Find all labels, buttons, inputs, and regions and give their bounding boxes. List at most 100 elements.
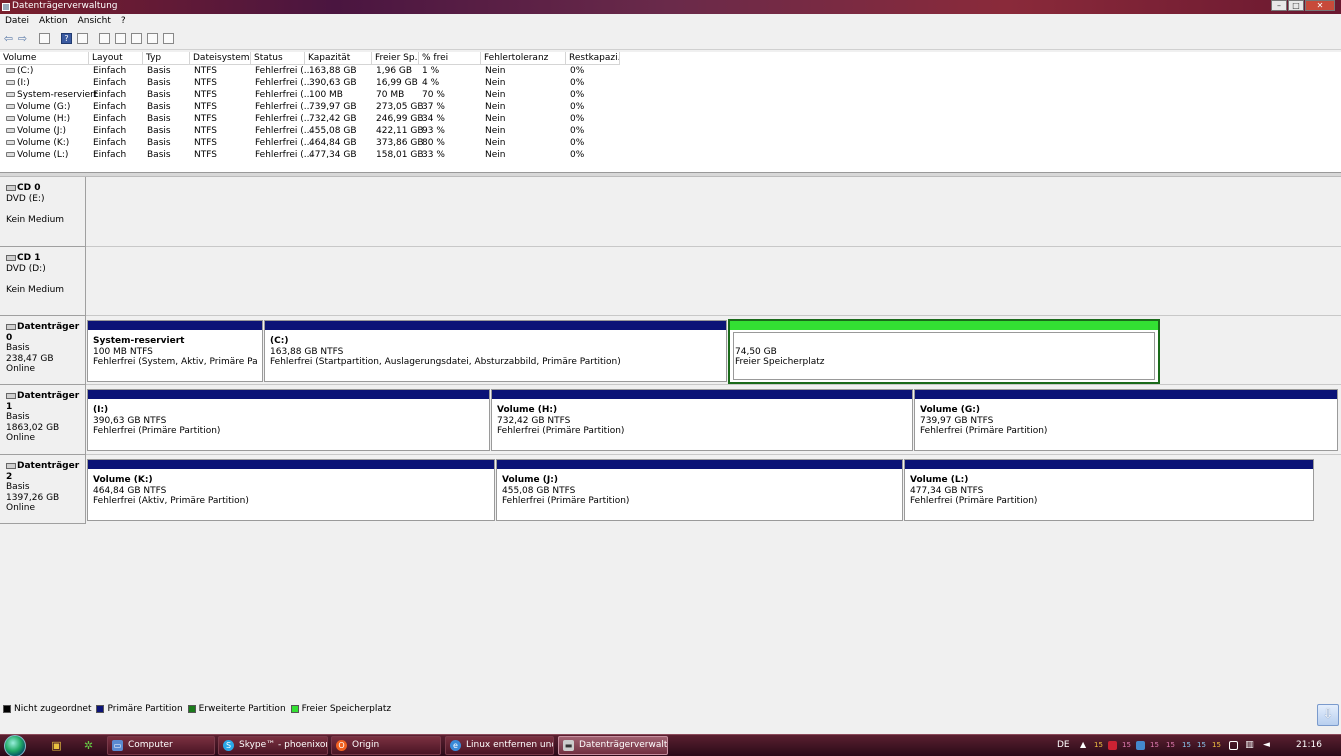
menu-aktion[interactable]: Aktion — [39, 14, 68, 28]
col-restkapazitaet[interactable]: Restkapazi... — [566, 52, 620, 65]
partition-h[interactable]: Volume (H:) 732,42 GB NTFS Fehlerfrei (P… — [491, 389, 913, 451]
col-kapazitaet[interactable]: Kapazität — [305, 52, 372, 65]
partition-g[interactable]: Volume (G:) 739,97 GB NTFS Fehlerfrei (P… — [914, 389, 1338, 451]
volume-cell: Basis — [147, 77, 171, 89]
tray-app-icon[interactable] — [1108, 741, 1117, 750]
taskbar-button-origin[interactable]: O Origin — [331, 736, 441, 755]
title-bar[interactable]: Datenträgerverwaltung – □ ✕ — [0, 0, 1341, 14]
volume-list[interactable]: Volume Layout Typ Dateisystem Status Kap… — [0, 52, 1341, 172]
maximize-button[interactable]: □ — [1288, 0, 1304, 11]
volume-cell: 477,34 GB — [309, 149, 357, 161]
partition-l[interactable]: Volume (L:) 477,34 GB NTFS Fehlerfrei (P… — [904, 459, 1314, 521]
refresh-icon[interactable] — [99, 33, 110, 44]
volume-icon[interactable]: ◄ — [1262, 741, 1271, 750]
scroll-down-button[interactable]: ⇩ — [1317, 704, 1339, 726]
cell-text: Volume (G:) — [17, 102, 71, 112]
col-layout[interactable]: Layout — [89, 52, 143, 65]
volume-cell: Nein — [485, 89, 505, 101]
close-button[interactable]: ✕ — [1305, 0, 1335, 11]
partition-k[interactable]: Volume (K:) 464,84 GB NTFS Fehlerfrei (A… — [87, 459, 495, 521]
tray-app-icon[interactable] — [1136, 741, 1145, 750]
cell-text: 1,96 GB — [376, 66, 413, 76]
language-indicator[interactable]: DE — [1057, 735, 1070, 756]
col-dateisystem[interactable]: Dateisystem — [190, 52, 251, 65]
app-quicklaunch-icon[interactable]: ✲ — [82, 739, 95, 752]
menu-help[interactable]: ? — [121, 14, 126, 28]
partition-size: 163,88 GB NTFS — [270, 346, 344, 357]
start-button[interactable] — [4, 735, 26, 756]
volume-row[interactable]: (C:) Einfach Basis NTFS Fehlerfrei (... 163,8… — [0, 65, 1341, 77]
legend-label: Primäre Partition — [107, 704, 183, 714]
drive-icon — [6, 115, 15, 121]
cell-text: 477,34 GB — [309, 150, 357, 160]
menu-ansicht[interactable]: Ansicht — [78, 14, 111, 28]
tray-count[interactable]: 15 — [1212, 735, 1221, 756]
show-hide-tree-icon[interactable] — [39, 33, 50, 44]
volume-row[interactable]: Volume (H:) Einfach Basis NTFS Fehlerfrei (.… — [0, 113, 1341, 125]
action-center-icon[interactable] — [1229, 741, 1238, 750]
menu-datei[interactable]: Datei — [5, 14, 29, 28]
properties-icon[interactable] — [77, 33, 88, 44]
volume-cell: NTFS — [194, 77, 217, 89]
col-status[interactable]: Status — [251, 52, 305, 65]
explore-icon[interactable] — [147, 33, 158, 44]
volume-row[interactable]: Volume (G:) Einfach Basis NTFS Fehlerfrei (.… — [0, 101, 1341, 113]
help-icon[interactable]: ? — [61, 33, 72, 44]
volume-cell: Fehlerfrei (... — [255, 125, 312, 137]
volume-row[interactable]: Volume (J:) Einfach Basis NTFS Fehlerfrei (.… — [0, 125, 1341, 137]
volume-row[interactable]: (I:) Einfach Basis NTFS Fehlerfrei (... 390,6… — [0, 77, 1341, 89]
tray-count[interactable]: 15 — [1122, 735, 1131, 756]
clock[interactable]: 21:16 — [1296, 735, 1322, 756]
show-hidden-icons[interactable]: ▲ — [1080, 735, 1086, 756]
minimize-button[interactable]: – — [1271, 0, 1287, 11]
col-typ[interactable]: Typ — [143, 52, 190, 65]
taskbar-button-browser[interactable]: e Linux entfernen und ... — [445, 736, 554, 755]
taskbar-button-skype[interactable]: S Skype™ - phoenixont... — [218, 736, 328, 755]
cell-text: Basis — [147, 138, 171, 148]
volume-cell: Basis — [147, 125, 171, 137]
partition-free-space[interactable]: 74,50 GB Freier Speicherplatz — [728, 319, 1160, 384]
open-icon[interactable] — [131, 33, 142, 44]
legend-swatch-unallocated — [3, 705, 11, 713]
partition-system-reserviert[interactable]: System-reserviert 100 MB NTFS Fehlerfrei… — [87, 320, 263, 382]
disk-label-cd1[interactable]: CD 1 DVD (D:) Kein Medium — [0, 247, 86, 316]
partition-size: 390,63 GB NTFS — [93, 415, 167, 426]
network-icon[interactable]: ▥ — [1245, 741, 1254, 750]
browser-icon: e — [450, 740, 461, 751]
partition-status: Fehlerfrei (System, Aktiv, Primäre Parti… — [93, 357, 258, 367]
volume-cell: 390,63 GB — [309, 77, 357, 89]
disk-label-0[interactable]: Datenträger 0 Basis 238,47 GB Online — [0, 316, 86, 385]
volume-row[interactable]: Volume (L:) Einfach Basis NTFS Fehlerfrei (.… — [0, 149, 1341, 161]
forward-icon[interactable]: ⇨ — [17, 33, 28, 44]
disk-label-2[interactable]: Datenträger 2 Basis 1397,26 GB Online — [0, 455, 86, 524]
tray-count[interactable]: 15 — [1094, 735, 1103, 756]
taskbar-button-computer[interactable]: ▭ Computer — [107, 736, 215, 755]
col-prozent-frei[interactable]: % frei — [419, 52, 481, 65]
volume-row[interactable]: Volume (K:) Einfach Basis NTFS Fehlerfrei (.… — [0, 137, 1341, 149]
partition-c[interactable]: (C:) 163,88 GB NTFS Fehlerfrei (Startpar… — [264, 320, 727, 382]
disk-label-cd0[interactable]: CD 0 DVD (E:) Kein Medium — [0, 177, 86, 247]
partition-j[interactable]: Volume (J:) 455,08 GB NTFS Fehlerfrei (P… — [496, 459, 903, 521]
tray-count[interactable]: 15 — [1150, 735, 1159, 756]
partition-i[interactable]: (I:) 390,63 GB NTFS Fehlerfrei (Primäre … — [87, 389, 490, 451]
drive-icon — [6, 151, 15, 157]
rescan-disks-icon[interactable] — [115, 33, 126, 44]
cell-text: Basis — [147, 114, 171, 124]
volume-cell: 0% — [570, 89, 584, 101]
back-icon[interactable]: ⇦ — [3, 33, 14, 44]
disk-label-1[interactable]: Datenträger 1 Basis 1863,02 GB Online — [0, 385, 86, 455]
tray-count[interactable]: 15 — [1166, 735, 1175, 756]
col-volume[interactable]: Volume — [0, 52, 89, 65]
volume-row[interactable]: System-reserviert Einfach Basis NTFS Fehlerf… — [0, 89, 1341, 101]
tray-count[interactable]: 15 — [1182, 735, 1191, 756]
volume-cell: Fehlerfrei (... — [255, 89, 312, 101]
col-fehlertoleranz[interactable]: Fehlertoleranz — [481, 52, 566, 65]
col-freier-speicher[interactable]: Freier Sp... — [372, 52, 419, 65]
partition-status: Fehlerfrei (Startpartition, Auslagerungs… — [270, 357, 621, 367]
volume-cell: (C:) — [3, 65, 33, 77]
partition-size: 477,34 GB NTFS — [910, 485, 984, 496]
tray-count[interactable]: 15 — [1197, 735, 1206, 756]
folder-icon[interactable]: ▣ — [50, 739, 63, 752]
settings-icon[interactable] — [163, 33, 174, 44]
taskbar-button-disk-management[interactable]: ▬ Datenträgerverwaltu... — [558, 736, 668, 755]
